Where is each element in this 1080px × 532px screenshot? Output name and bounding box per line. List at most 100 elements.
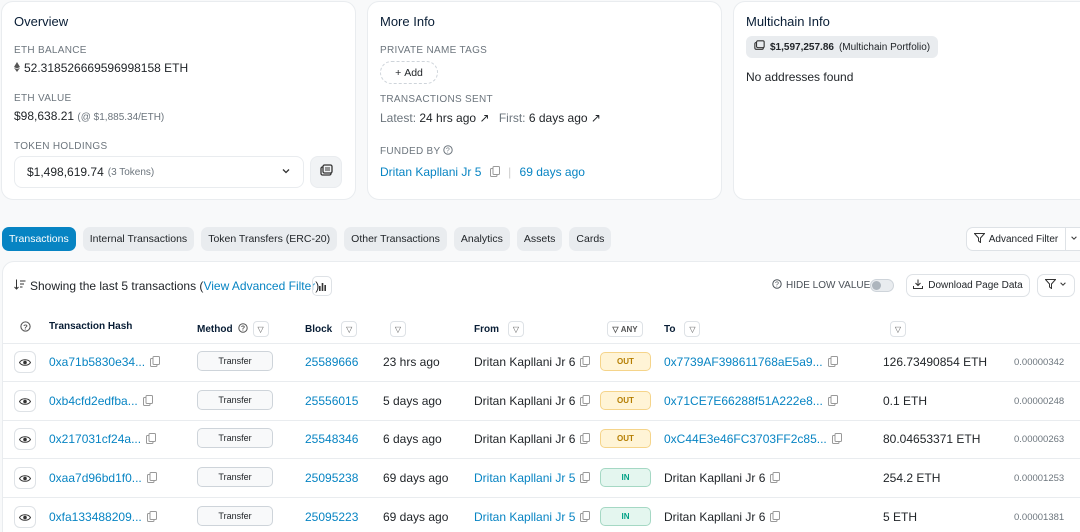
block-filter-icon[interactable]: ▽ — [341, 321, 358, 337]
from-filter-icon[interactable]: ▽ — [508, 321, 524, 337]
direction-badge: IN — [600, 468, 651, 487]
copy-icon[interactable] — [770, 472, 781, 486]
block-link[interactable]: 25589666 — [305, 355, 358, 369]
copy-icon[interactable] — [580, 356, 591, 370]
funded-when-link[interactable]: 69 days ago — [520, 165, 585, 179]
download-page-data-button[interactable]: Download Page Data — [906, 274, 1030, 297]
tx-hash-link[interactable]: 0xaa7d96bd1f0... — [49, 471, 142, 485]
copy-icon[interactable] — [580, 395, 591, 409]
txn-fee-text: 0.00000342 — [1014, 357, 1065, 368]
tab-internal-transactions[interactable]: Internal Transactions — [82, 227, 195, 251]
txn-fee-text: 0.00000263 — [1014, 434, 1065, 445]
tab-token-transfers[interactable]: Token Transfers (ERC-20) — [201, 227, 338, 251]
to-address[interactable]: Dritan Kapllani Jr 6 — [664, 471, 765, 485]
to-address[interactable]: 0x7739AF398611768aE5a9... — [664, 355, 823, 369]
hash-header-label: Transaction Hash — [49, 321, 133, 332]
add-tag-button[interactable]: + Add — [380, 61, 438, 84]
info-icon: ? — [443, 145, 454, 157]
block-link[interactable]: 25556015 — [305, 394, 358, 408]
method-badge: Transfer — [197, 428, 273, 448]
copy-icon[interactable] — [580, 511, 591, 525]
copy-icon[interactable] — [142, 395, 153, 409]
copy-icon[interactable] — [146, 472, 157, 486]
to-address[interactable]: 0x71CE7E66288f51A222e8... — [664, 394, 823, 408]
to-address[interactable]: Dritan Kapllani Jr 6 — [664, 510, 765, 524]
funded-by-link[interactable]: Dritan Kapllani Jr 5 — [380, 165, 481, 179]
block-link[interactable]: 25095238 — [305, 471, 358, 485]
eye-icon[interactable] — [14, 390, 36, 412]
wallet-icon — [754, 40, 765, 54]
age-text: 23 hrs ago — [383, 355, 440, 369]
age-text: 6 days ago — [383, 432, 442, 446]
copy-icon[interactable] — [146, 433, 157, 447]
from-address[interactable]: Dritan Kapllani Jr 6 — [474, 432, 575, 446]
token-count: (3 Tokens) — [107, 166, 155, 178]
chart-button[interactable] — [312, 276, 332, 296]
amount-text: 0.1 ETH — [883, 394, 928, 408]
tab-other-transactions[interactable]: Other Transactions — [344, 227, 447, 251]
table-row: 0xa71b5830e34... Transfer 25589666 23 hrs a… — [0, 343, 1080, 382]
eye-icon[interactable] — [14, 467, 36, 489]
to-filter-icon[interactable]: ▽ — [684, 321, 701, 337]
from-header-label: From — [474, 323, 499, 335]
eye-icon[interactable] — [14, 428, 36, 450]
from-address[interactable]: Dritan Kapllani Jr 6 — [474, 394, 575, 408]
tab-bar: Transactions Internal Transactions Token… — [2, 227, 612, 251]
portfolio-suffix: (Multichain Portfolio) — [838, 41, 931, 53]
amount-filter-icon[interactable]: ▽ — [890, 321, 906, 337]
from-cell: Dritan Kapllani Jr 6 — [474, 432, 591, 447]
block-link[interactable]: 25095223 — [305, 510, 358, 524]
multichain-portfolio-button[interactable]: $1,597,257.86 (Multichain Portfolio) — [746, 36, 939, 58]
copy-icon[interactable] — [580, 472, 591, 486]
filter-dropdown-button[interactable] — [1037, 274, 1075, 297]
method-badge: Transfer — [197, 351, 273, 371]
arrow-up-right-icon: ↗ — [590, 111, 601, 125]
eye-icon[interactable] — [14, 351, 36, 373]
tx-hash-link[interactable]: 0xa71b5830e34... — [49, 355, 145, 369]
age-text: 5 days ago — [383, 394, 442, 408]
tx-hash-link[interactable]: 0x217031cf24a... — [49, 432, 141, 446]
tab-cards[interactable]: Cards — [569, 227, 612, 251]
from-cell: Dritan Kapllani Jr 5 — [474, 471, 591, 486]
filter-icon — [1044, 279, 1057, 292]
add-label: Add — [404, 66, 423, 79]
wallet-button[interactable] — [310, 156, 342, 188]
tx-hash-link[interactable]: 0xfa133488209... — [49, 510, 142, 524]
from-header: From ▽ — [474, 321, 524, 337]
copy-icon[interactable] — [831, 433, 842, 447]
first-value[interactable]: 6 days ago — [529, 111, 588, 125]
method-filter-icon[interactable]: ▽ — [252, 321, 269, 337]
age-filter-icon[interactable]: ▽ — [390, 321, 406, 337]
copy-icon[interactable] — [770, 511, 781, 525]
copy-icon[interactable] — [146, 511, 157, 525]
token-holdings-select[interactable]: $1,498,619.74 (3 Tokens) — [14, 156, 304, 188]
eye-icon[interactable] — [14, 506, 36, 528]
chevron-down-icon — [1070, 234, 1078, 244]
block-header: Block ▽ — [305, 321, 358, 337]
copy-icon[interactable] — [150, 356, 161, 370]
tx-hash-link[interactable]: 0xb4cfd2edfba... — [49, 394, 138, 408]
advanced-filter-dropdown[interactable] — [1066, 227, 1080, 251]
copy-icon[interactable] — [827, 356, 838, 370]
from-address[interactable]: Dritan Kapllani Jr 5 — [474, 471, 575, 485]
to-address[interactable]: 0xC44E3e46FC3703FF2c85... — [664, 432, 827, 446]
tab-transactions[interactable]: Transactions — [2, 227, 76, 251]
from-cell: Dritan Kapllani Jr 5 — [474, 510, 591, 525]
latest-value[interactable]: 24 hrs ago — [419, 111, 476, 125]
block-link[interactable]: 25548346 — [305, 432, 358, 446]
to-cell: Dritan Kapllani Jr 6 — [664, 510, 781, 525]
transactions-summary: Showing the last 5 transactions (View Ad… — [14, 279, 319, 293]
hide-low-value-toggle[interactable] — [870, 279, 894, 292]
advanced-filter-button[interactable]: Advanced Filter — [966, 227, 1066, 251]
from-address[interactable]: Dritan Kapllani Jr 6 — [474, 355, 575, 369]
to-cell: 0x71CE7E66288f51A222e8... — [664, 394, 838, 409]
tab-analytics[interactable]: Analytics — [453, 227, 510, 251]
copy-icon[interactable] — [489, 166, 500, 180]
tab-assets[interactable]: Assets — [516, 227, 563, 251]
view-advanced-filter-link[interactable]: View Advanced Filter — [203, 279, 315, 293]
copy-icon[interactable] — [580, 433, 591, 447]
copy-icon[interactable] — [827, 395, 838, 409]
direction-filter[interactable]: ▽ ANY — [607, 321, 643, 337]
from-address[interactable]: Dritan Kapllani Jr 5 — [474, 510, 575, 524]
direction-header: ▽ ANY — [607, 321, 643, 337]
